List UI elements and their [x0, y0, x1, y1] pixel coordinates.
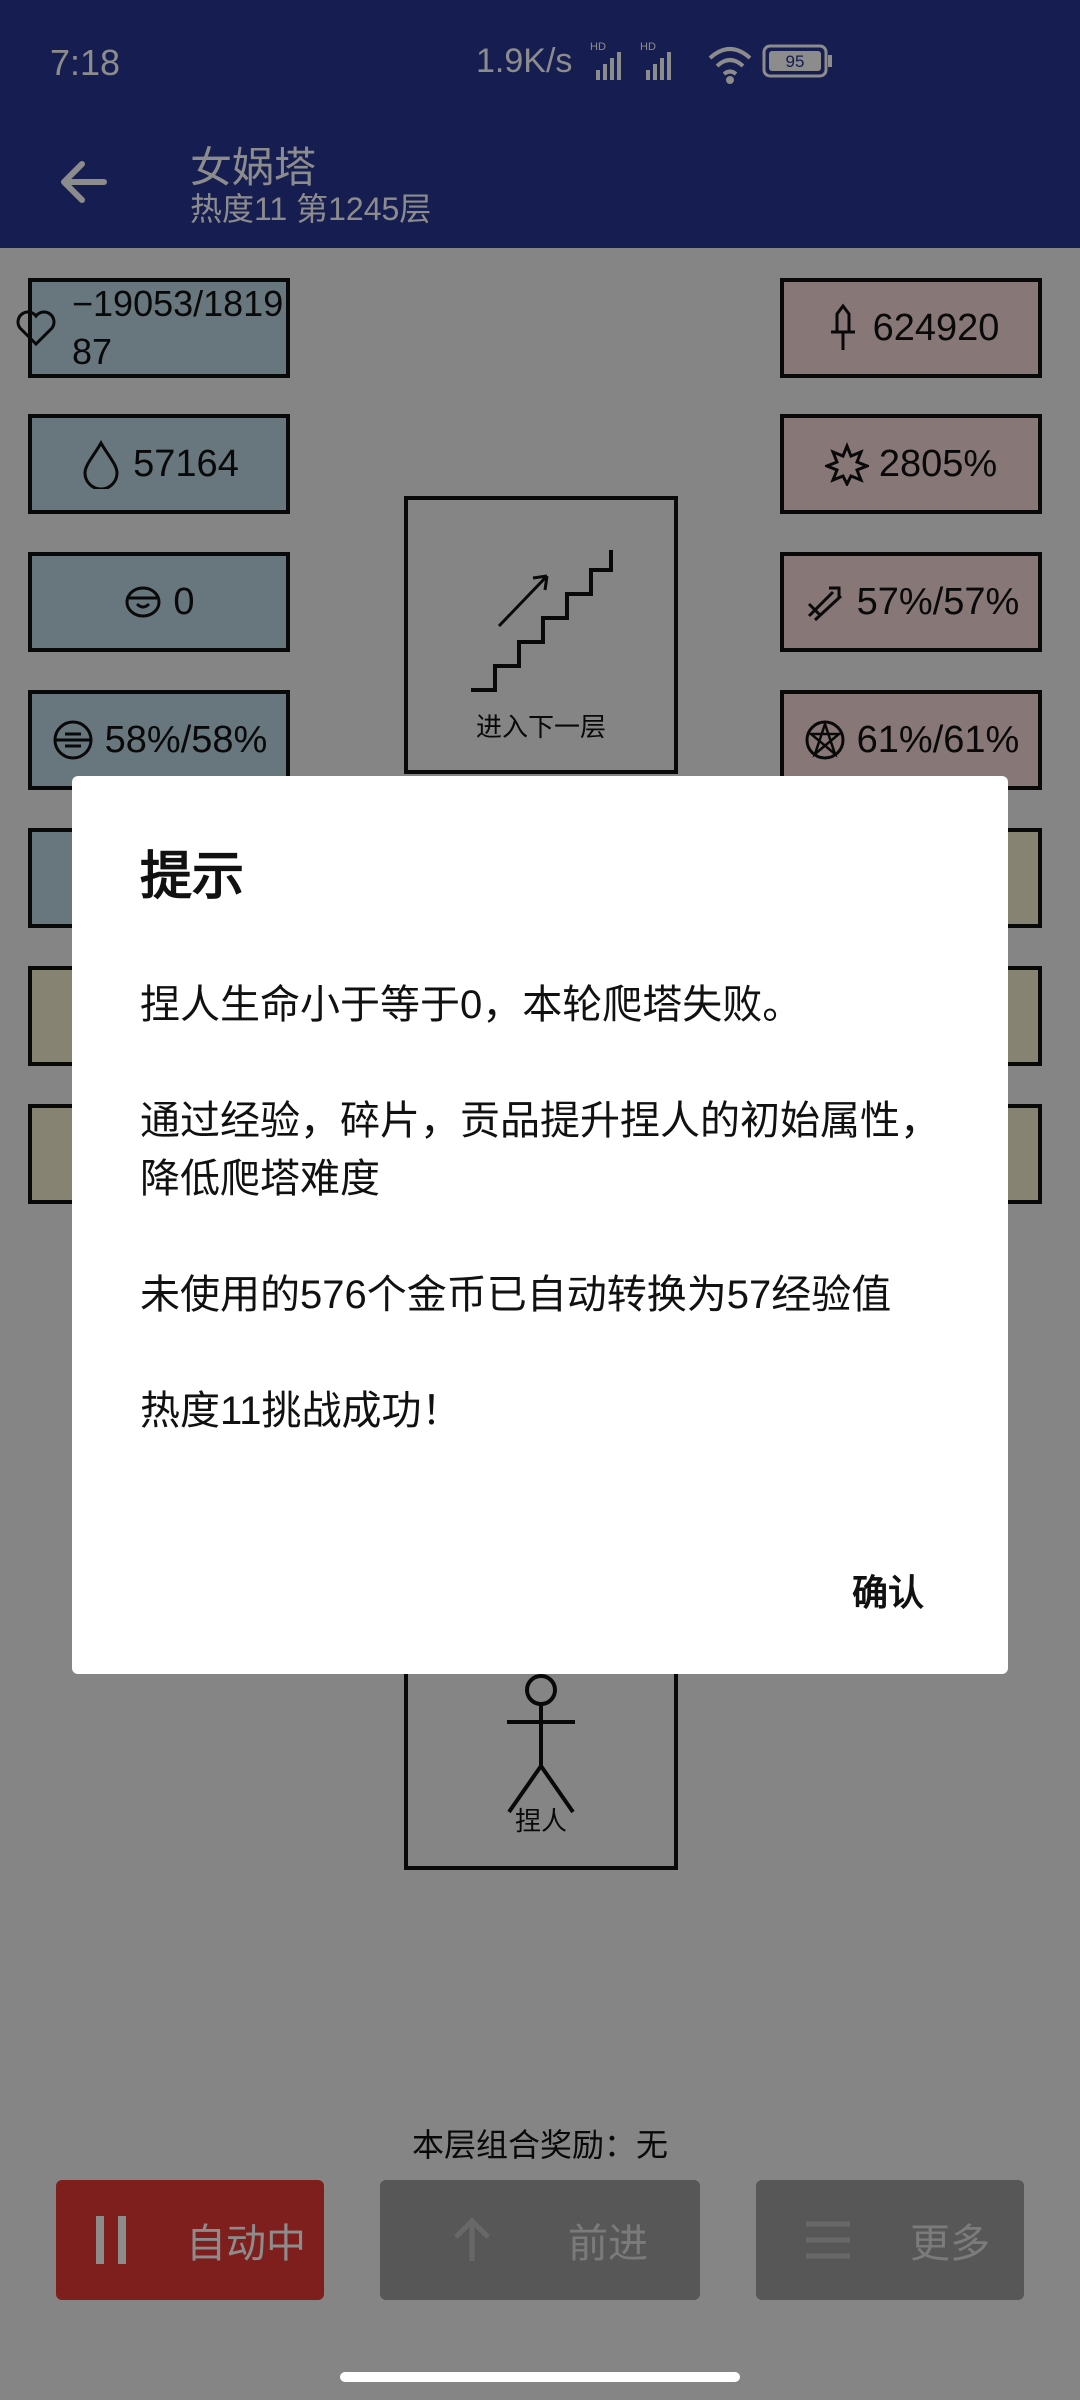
dialog-paragraph: 未使用的576个金币已自动转换为57经验值: [140, 1273, 892, 1317]
home-indicator[interactable]: [340, 2372, 740, 2382]
dialog-paragraph: 捏人生命小于等于0，本轮爬塔失败。: [140, 983, 803, 1027]
alert-dialog: 提示 捏人生命小于等于0，本轮爬塔失败。 通过经验，碎片，贡品提升捏人的初始属性…: [72, 776, 1008, 1674]
confirm-button[interactable]: 确认: [852, 1564, 924, 1616]
dialog-body: 捏人生命小于等于0，本轮爬塔失败。 通过经验，碎片，贡品提升捏人的初始属性，降低…: [140, 976, 950, 1498]
dialog-paragraph: 热度11挑战成功！: [140, 1389, 462, 1433]
dialog-title: 提示: [140, 848, 245, 906]
dialog-paragraph: 通过经验，碎片，贡品提升捏人的初始属性，降低爬塔难度: [140, 1099, 940, 1201]
